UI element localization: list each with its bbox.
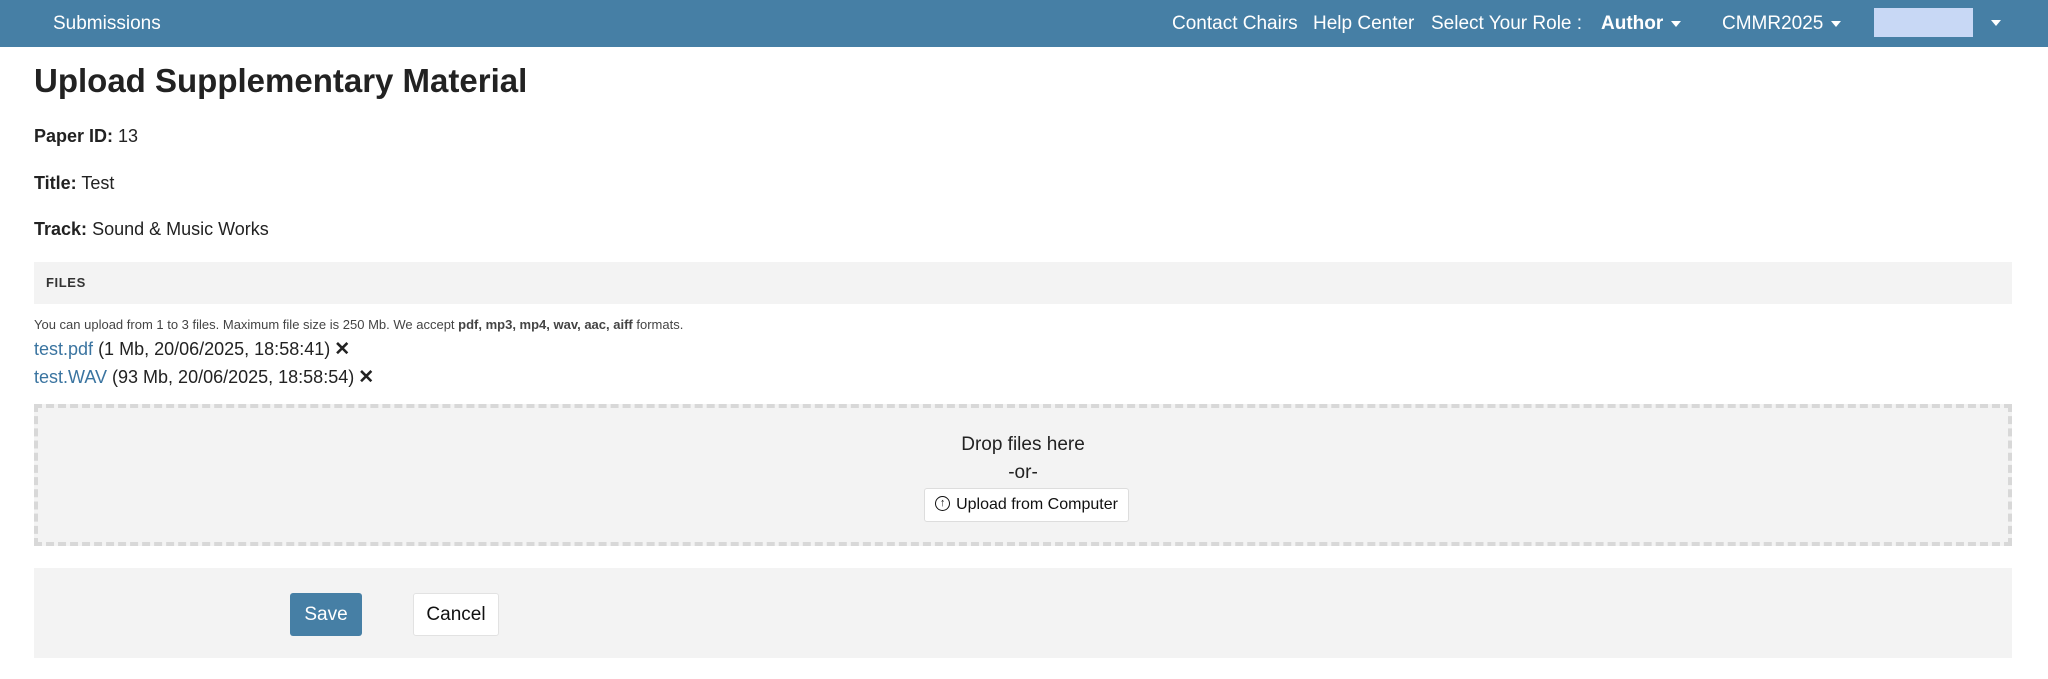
form-action-bar: Save Cancel — [34, 568, 2012, 658]
role-label: Select Your Role : — [1431, 0, 1582, 47]
paper-title-value: Test — [81, 173, 115, 193]
role-dropdown[interactable]: Author — [1601, 0, 1682, 47]
nav-help-center-label: Help Center — [1313, 13, 1415, 34]
file-meta: (1 Mb, 20/06/2025, 18:58:41) — [98, 339, 331, 359]
upload-from-computer-button[interactable]: ↑ Upload from Computer — [924, 488, 1129, 522]
paper-id-row: Paper ID: 13 — [34, 126, 138, 147]
upload-circle-icon: ↑ — [935, 496, 951, 512]
help-formats: pdf, mp3, mp4, wav, aac, aiff — [458, 317, 633, 332]
paper-title-row: Title: Test — [34, 173, 114, 194]
help-suffix: formats. — [632, 317, 684, 332]
upload-help-text: You can upload from 1 to 3 files. Maximu… — [34, 317, 683, 332]
user-menu-button[interactable] — [1874, 8, 1973, 37]
paper-id-value: 13 — [118, 126, 139, 146]
dropzone-or: -or- — [1008, 462, 1038, 483]
nav-submissions-label: Submissions — [53, 13, 161, 34]
file-meta: (93 Mb, 20/06/2025, 18:58:54) — [112, 367, 355, 387]
nav-contact-chairs-label: Contact Chairs — [1172, 13, 1298, 34]
paper-id-label: Paper ID: — [34, 126, 114, 146]
role-value: Author — [1601, 13, 1664, 34]
top-navbar: Submissions Contact Chairs Help Center S… — [0, 0, 2048, 47]
help-prefix: You can upload from 1 to 3 files. Maximu… — [34, 317, 459, 332]
file-link[interactable]: test.WAV — [34, 367, 107, 387]
nav-contact-chairs[interactable]: Contact Chairs — [1172, 0, 1298, 47]
save-button[interactable]: Save — [290, 593, 362, 636]
close-icon[interactable]: ✕ — [358, 366, 374, 389]
track-value: Sound & Music Works — [92, 219, 269, 239]
chevron-down-icon — [1671, 20, 1682, 27]
track-row: Track: Sound & Music Works — [34, 219, 269, 240]
page-title: Upload Supplementary Material — [34, 62, 528, 99]
dropzone-title: Drop files here — [961, 434, 1085, 455]
role-label-text: Select Your Role : — [1431, 13, 1583, 34]
files-section-header: FILES — [34, 262, 2012, 304]
files-section-label: FILES — [46, 275, 86, 290]
file-item: test.WAV (93 Mb, 20/06/2025, 18:58:54) ✕ — [34, 366, 374, 389]
file-link[interactable]: test.pdf — [34, 339, 93, 359]
track-label: Track: — [34, 219, 88, 239]
chevron-down-icon — [1831, 20, 1842, 27]
nav-submissions[interactable]: Submissions — [53, 0, 161, 47]
conference-dropdown[interactable]: CMMR2025 — [1722, 0, 1842, 47]
conference-value: CMMR2025 — [1722, 13, 1824, 34]
file-item: test.pdf (1 Mb, 20/06/2025, 18:58:41) ✕ — [34, 338, 350, 361]
chevron-down-icon[interactable] — [1991, 20, 2001, 26]
upload-button-label: Upload from Computer — [956, 496, 1118, 513]
file-dropzone[interactable]: Drop files here -or- ↑ Upload from Comput… — [34, 404, 2012, 546]
nav-help-center[interactable]: Help Center — [1313, 0, 1414, 47]
close-icon[interactable]: ✕ — [334, 338, 350, 361]
paper-title-label: Title: — [34, 173, 77, 193]
cancel-button[interactable]: Cancel — [413, 593, 499, 636]
